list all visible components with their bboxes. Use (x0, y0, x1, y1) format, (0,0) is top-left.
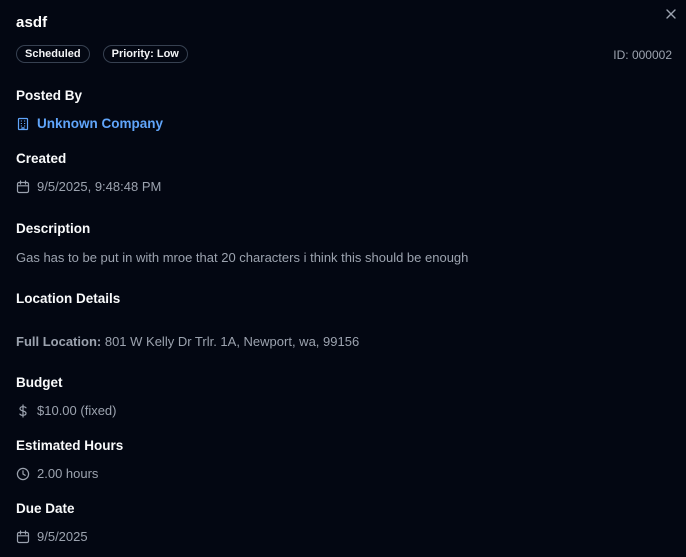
hours-row: 2.00 hours (16, 466, 98, 481)
location-label: Location Details (16, 291, 121, 306)
budget-value: $10.00 (fixed) (37, 403, 117, 418)
calendar-icon (16, 529, 30, 544)
company-link[interactable]: Unknown Company (37, 116, 163, 131)
created-label: Created (16, 151, 67, 166)
hours-value: 2.00 hours (37, 466, 99, 481)
building-icon (16, 117, 30, 131)
status-badges: Scheduled Priority: Low (16, 45, 188, 63)
close-icon (666, 9, 676, 19)
budget-row: $10.00 (fixed) (16, 403, 117, 418)
calendar-icon (16, 179, 30, 194)
job-details-panel: asdf Scheduled Priority: Low ID: 000002 … (0, 0, 686, 557)
job-title: asdf (16, 14, 48, 31)
posted-by-row: Unknown Company (16, 116, 163, 131)
hours-label: Estimated Hours (16, 438, 124, 453)
budget-label: Budget (16, 375, 63, 390)
priority-badge: Priority: Low (102, 45, 188, 63)
dollar-icon (16, 403, 30, 418)
full-location-label: Full Location: (16, 334, 102, 349)
due-date-label: Due Date (16, 501, 75, 516)
created-row: 9/5/2025, 9:48:48 PM (16, 179, 161, 194)
full-location: Full Location: 801 W Kelly Dr Trlr. 1A, … (16, 334, 359, 349)
description-label: Description (16, 221, 91, 236)
status-badge: Scheduled (16, 45, 90, 63)
job-id: ID: 000002 (613, 48, 672, 62)
full-location-value: 801 W Kelly Dr Trlr. 1A, Newport, wa, 99… (104, 334, 360, 349)
posted-by-label: Posted By (16, 88, 83, 103)
due-date-row: 9/5/2025 (16, 529, 88, 544)
created-value: 9/5/2025, 9:48:48 PM (37, 179, 162, 194)
due-date-value: 9/5/2025 (37, 529, 88, 544)
description-text: Gas has to be put in with mroe that 20 c… (16, 250, 469, 265)
clock-icon (16, 467, 30, 481)
close-button[interactable] (662, 5, 680, 23)
